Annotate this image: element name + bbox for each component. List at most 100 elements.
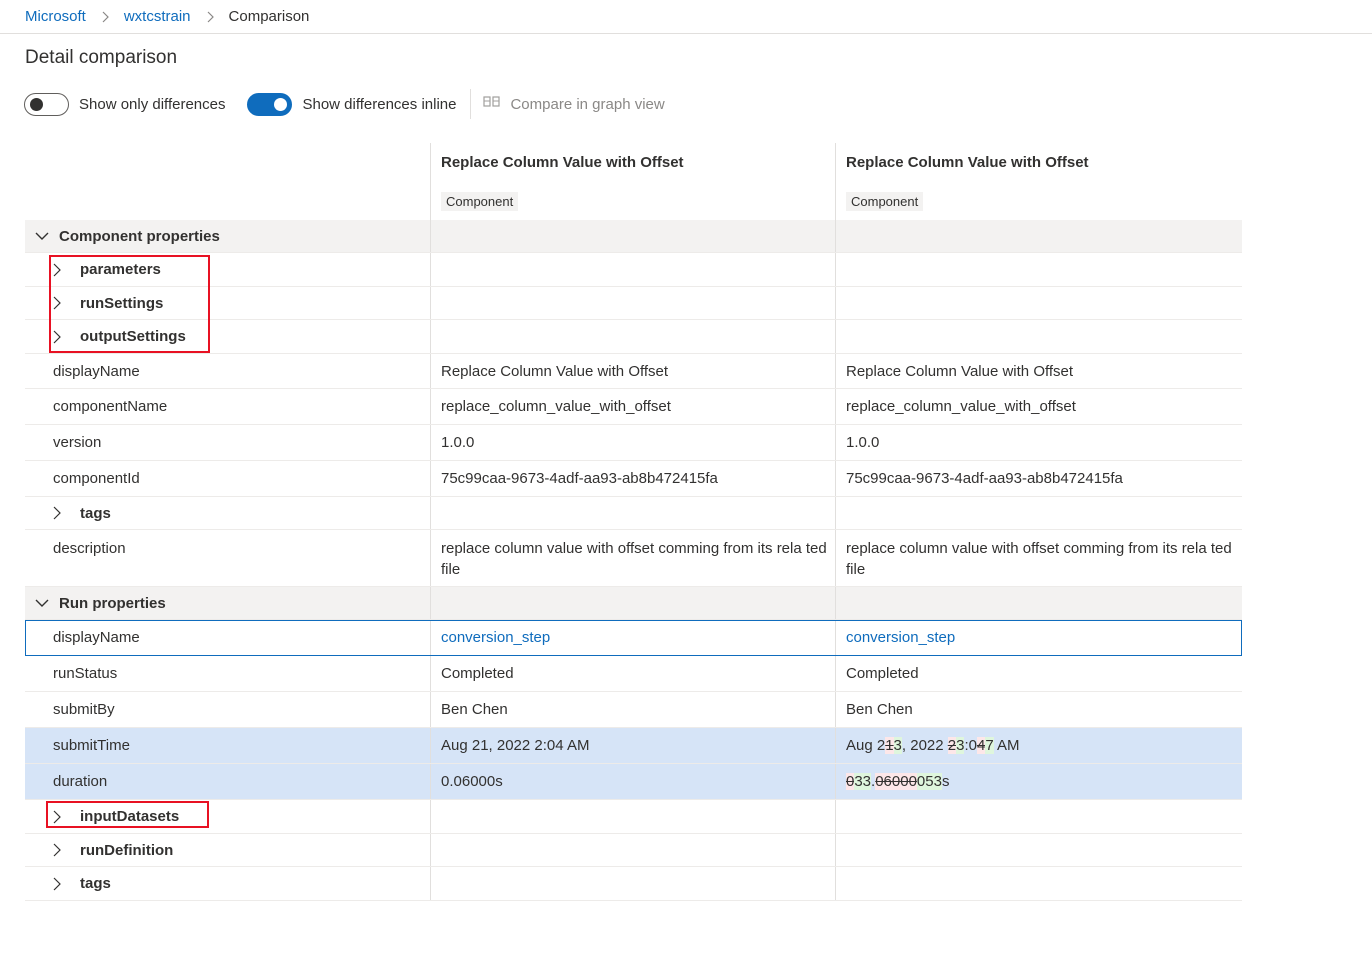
value-left: 0.06000s bbox=[430, 764, 835, 799]
chevron-right-icon bbox=[53, 296, 80, 310]
chevron-right-icon bbox=[191, 8, 229, 25]
expand-rundefinition[interactable]: runDefinition bbox=[25, 842, 173, 859]
expand-tags[interactable]: tags bbox=[25, 505, 111, 522]
table-row: displayName Replace Column Value with Of… bbox=[25, 354, 1242, 389]
value-right: Ben Chen bbox=[835, 692, 1242, 727]
diff-text: s bbox=[941, 773, 950, 790]
section-label: Component properties bbox=[59, 227, 220, 245]
property-label: displayName bbox=[53, 362, 140, 380]
table-row: componentId 75c99caa-9673-4adf-aa93-ab8b… bbox=[25, 461, 1242, 497]
chevron-right-icon bbox=[53, 877, 80, 891]
expand-label: tags bbox=[80, 875, 111, 892]
value-left: 75c99caa-9673-4adf-aa93-ab8b472415fa bbox=[430, 461, 835, 496]
diff-inserted: 3 bbox=[893, 737, 902, 754]
column-title: Replace Column Value with Offset bbox=[846, 154, 1089, 171]
comparison-table: Replace Column Value with Offset Compone… bbox=[25, 143, 1242, 901]
show-differences-inline-label: Show differences inline bbox=[302, 95, 457, 113]
expand-label: runSettings bbox=[80, 294, 164, 312]
run-link-left[interactable]: conversion_step bbox=[441, 629, 550, 646]
chevron-right-icon bbox=[86, 8, 124, 25]
section-component-properties[interactable]: Component properties bbox=[25, 220, 1242, 253]
expand-parameters[interactable]: parameters bbox=[25, 261, 161, 278]
value-right-diff: 0 33. 06000 053 s bbox=[835, 764, 1242, 799]
show-only-differences-toggle[interactable] bbox=[24, 92, 69, 116]
expand-runsettings[interactable]: runSettings bbox=[25, 295, 163, 312]
breadcrumb: Microsoft wxtcstrain Comparison bbox=[0, 0, 1372, 34]
chevron-right-icon bbox=[53, 263, 80, 277]
column-header-2: Replace Column Value with Offset Compone… bbox=[835, 143, 1242, 220]
diff-deleted: 0 bbox=[846, 773, 855, 790]
table-row-selected[interactable]: displayName conversion_step conversion_s… bbox=[25, 620, 1242, 656]
value-right-diff: Aug 213, 2022 2 3:0 4 7 AM bbox=[835, 728, 1242, 763]
property-label: componentName bbox=[53, 398, 168, 415]
column-title: Replace Column Value with Offset bbox=[441, 154, 684, 171]
page-title: Detail comparison bbox=[25, 47, 178, 68]
table-row: runSettings bbox=[25, 287, 1242, 320]
diff-inserted: 7 bbox=[985, 737, 994, 754]
section-run-properties[interactable]: Run properties bbox=[25, 587, 1242, 620]
diff-deleted: 06000 bbox=[875, 773, 917, 790]
property-label: submitBy bbox=[53, 701, 115, 718]
chevron-right-icon bbox=[53, 330, 80, 344]
table-row-diff: duration 0.06000s 0 33. 06000 053 s bbox=[25, 764, 1242, 800]
compare-in-graph-view-button[interactable]: Compare in graph view bbox=[483, 95, 665, 113]
expand-label: inputDatasets bbox=[80, 808, 180, 825]
diff-text: , 2022 bbox=[901, 737, 948, 754]
table-row: outputSettings bbox=[25, 320, 1242, 354]
value-left: Replace Column Value with Offset bbox=[430, 354, 835, 388]
table-row: parameters bbox=[25, 253, 1242, 287]
chevron-down-icon[interactable] bbox=[25, 232, 59, 241]
value-left: Ben Chen bbox=[430, 692, 835, 727]
chevron-right-icon bbox=[53, 810, 80, 824]
toolbar: Show only differences Show differences i… bbox=[24, 89, 665, 119]
value-left: replace_column_value_with_offset bbox=[430, 389, 835, 424]
value-right: replace column value with offset comming… bbox=[835, 530, 1242, 586]
expand-outputsettings[interactable]: outputSettings bbox=[25, 328, 186, 345]
breadcrumb-current: Comparison bbox=[228, 8, 310, 25]
chevron-right-icon bbox=[53, 843, 80, 857]
table-row: tags bbox=[25, 497, 1242, 530]
run-link-right[interactable]: conversion_step bbox=[846, 629, 955, 646]
breadcrumb-link-workspace[interactable]: wxtcstrain bbox=[124, 8, 191, 25]
breadcrumb-link-microsoft[interactable]: Microsoft bbox=[25, 8, 86, 25]
value-right: Completed bbox=[835, 656, 1242, 691]
table-row: inputDatasets bbox=[25, 800, 1242, 834]
property-label: duration bbox=[53, 773, 108, 790]
diff-inserted: 33 bbox=[854, 773, 872, 790]
show-only-differences-label: Show only differences bbox=[79, 95, 226, 113]
graph-compare-icon bbox=[483, 95, 510, 113]
column-badge: Component bbox=[846, 192, 924, 211]
table-row: runDefinition bbox=[25, 834, 1242, 867]
expand-label: parameters bbox=[80, 261, 161, 278]
value-right: replace_column_value_with_offset bbox=[835, 389, 1242, 424]
table-row-diff: submitTime Aug 21, 2022 2:04 AM Aug 213,… bbox=[25, 728, 1242, 764]
expand-inputdatasets[interactable]: inputDatasets bbox=[25, 808, 179, 825]
column-header-1: Replace Column Value with Offset Compone… bbox=[430, 143, 835, 220]
table-row: description replace column value with of… bbox=[25, 530, 1242, 587]
value-left: Completed bbox=[430, 656, 835, 691]
diff-deleted: 2 bbox=[947, 737, 957, 754]
show-differences-inline-toggle[interactable] bbox=[247, 92, 293, 116]
toolbar-divider bbox=[470, 89, 472, 119]
diff-text: :0 bbox=[964, 737, 977, 754]
property-label: submitTime bbox=[53, 737, 130, 754]
value-left: replace column value with offset comming… bbox=[430, 530, 835, 586]
compare-in-graph-view-label: Compare in graph view bbox=[510, 95, 665, 113]
diff-text: AM bbox=[993, 737, 1020, 754]
table-header: Replace Column Value with Offset Compone… bbox=[25, 143, 1242, 220]
diff-deleted: 1 bbox=[885, 737, 894, 754]
value-right: Replace Column Value with Offset bbox=[835, 354, 1242, 388]
expand-run-tags[interactable]: tags bbox=[25, 875, 111, 892]
chevron-right-icon bbox=[53, 506, 80, 520]
table-row: tags bbox=[25, 867, 1242, 901]
property-label: componentId bbox=[53, 470, 140, 487]
property-label: runStatus bbox=[53, 665, 118, 682]
table-row: version 1.0.0 1.0.0 bbox=[25, 425, 1242, 461]
diff-deleted: 4 bbox=[976, 737, 986, 754]
chevron-down-icon[interactable] bbox=[25, 599, 59, 608]
expand-label: tags bbox=[80, 504, 111, 522]
property-label: displayName bbox=[53, 629, 140, 646]
table-row: componentName replace_column_value_with_… bbox=[25, 389, 1242, 425]
value-left: 1.0.0 bbox=[430, 425, 835, 460]
table-row: submitBy Ben Chen Ben Chen bbox=[25, 692, 1242, 728]
